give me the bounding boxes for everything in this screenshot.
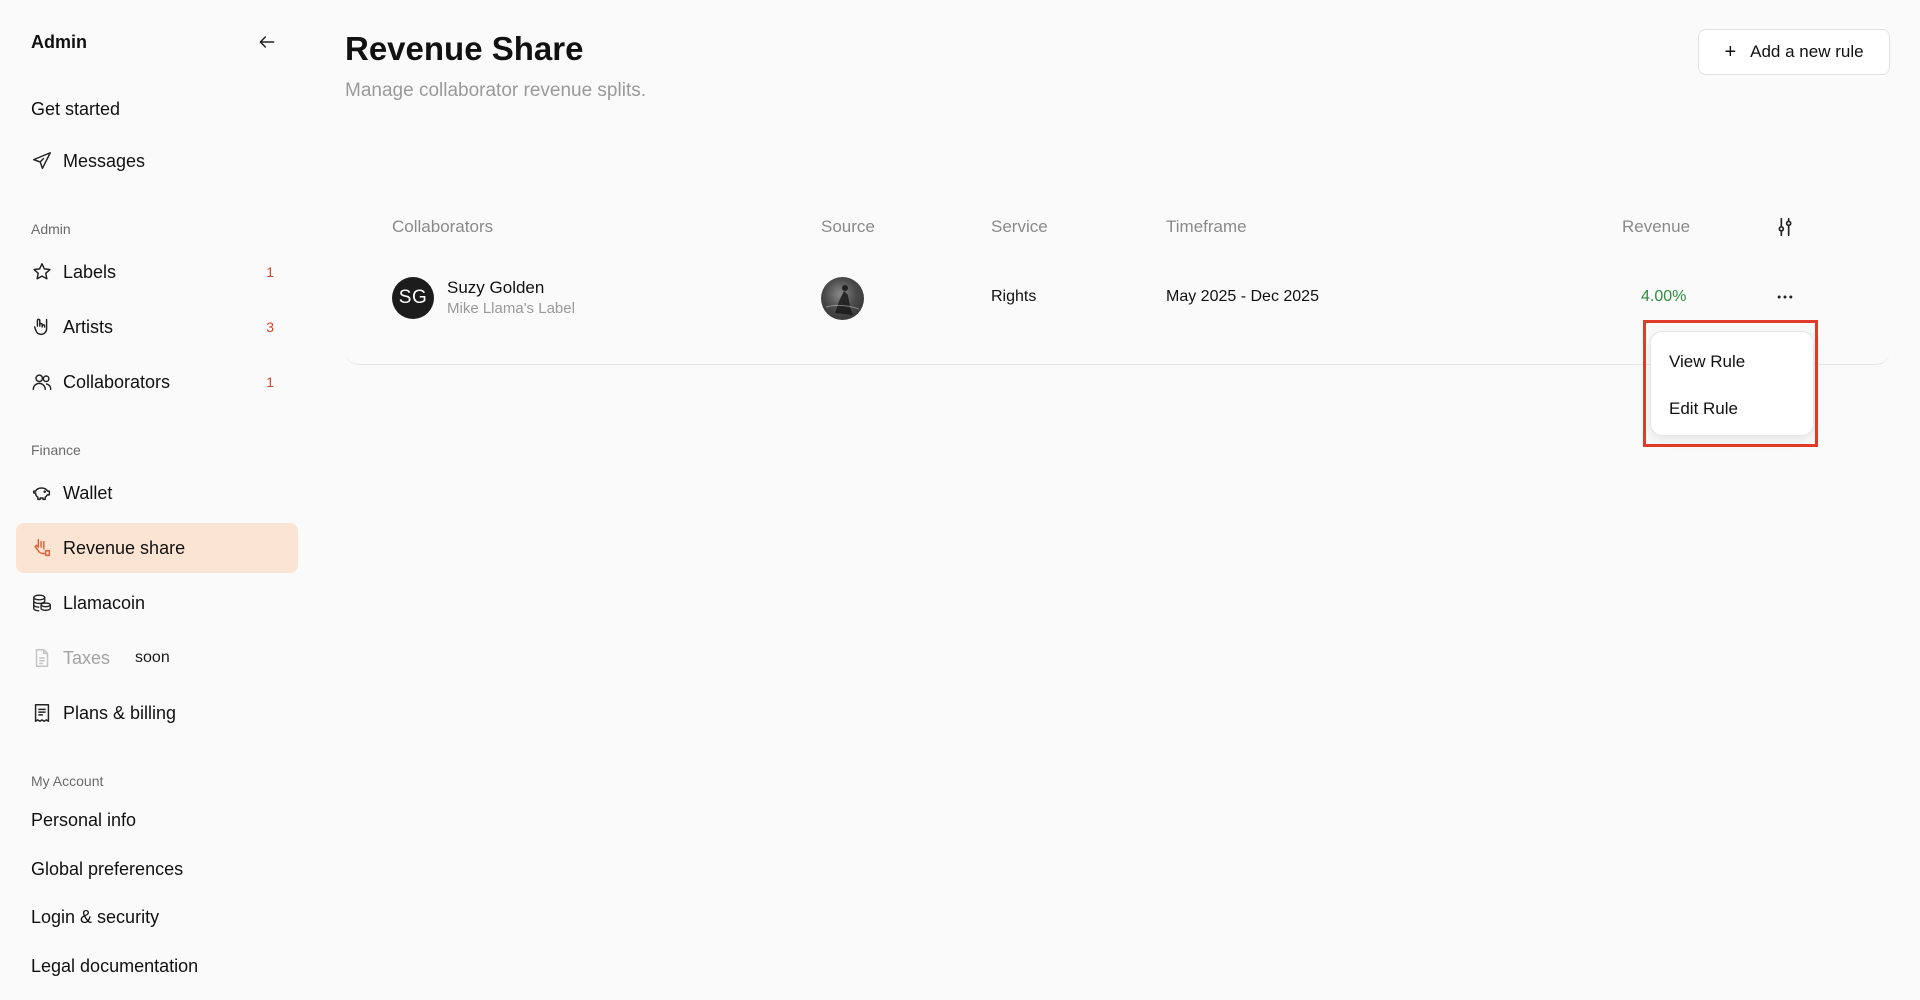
users-icon xyxy=(31,371,53,393)
source-avatar xyxy=(821,277,864,320)
sidebar-item-artists[interactable]: Artists 3 xyxy=(16,302,298,352)
sidebar-item-label: Global preferences xyxy=(31,858,184,879)
add-new-rule-button[interactable]: + Add a new rule xyxy=(1698,29,1890,75)
sidebar-item-wallet[interactable]: Wallet xyxy=(16,468,298,518)
sidebar-item-get-started[interactable]: Get started xyxy=(16,84,298,134)
sidebar: Admin Get started Messages Admin Labels … xyxy=(0,0,312,1000)
sidebar-item-label: Login & security xyxy=(31,906,160,927)
sidebar-item-messages[interactable]: Messages xyxy=(16,136,298,186)
sidebar-header: Admin xyxy=(31,28,281,56)
sidebar-title: Admin xyxy=(31,31,87,52)
sidebar-section-admin: Admin xyxy=(31,221,71,237)
sidebar-item-llamacoin[interactable]: Llamacoin xyxy=(16,578,298,628)
collapse-sidebar-button[interactable] xyxy=(253,28,281,56)
column-header-revenue[interactable]: Revenue xyxy=(1622,217,1690,237)
sidebar-item-login-security[interactable]: Login & security xyxy=(16,892,298,942)
timeframe-cell: May 2025 - Dec 2025 xyxy=(1166,288,1319,305)
column-header-timeframe[interactable]: Timeframe xyxy=(1166,217,1247,237)
sidebar-item-label: Llamacoin xyxy=(63,592,146,613)
sidebar-item-label: Artists xyxy=(63,316,114,337)
sidebar-item-label: Personal info xyxy=(31,809,137,830)
coins-icon xyxy=(31,592,53,614)
sidebar-item-personal-info[interactable]: Personal info xyxy=(16,795,298,845)
sidebar-item-global-preferences[interactable]: Global preferences xyxy=(16,844,298,894)
column-header-collaborators[interactable]: Collaborators xyxy=(392,217,493,237)
piggy-bank-icon xyxy=(31,482,53,504)
paper-plane-icon xyxy=(31,150,53,172)
sidebar-section-finance: Finance xyxy=(31,442,81,458)
count-badge: 3 xyxy=(266,319,274,335)
sidebar-item-label: Legal documentation xyxy=(31,955,199,976)
collaborator-label: Mike Llama's Label xyxy=(447,300,575,317)
receipt-icon xyxy=(31,702,53,724)
menu-item-edit-rule[interactable]: Edit Rule xyxy=(1669,399,1738,419)
sidebar-item-taxes: Taxes soon xyxy=(16,633,298,683)
more-horizontal-icon xyxy=(1777,295,1793,299)
service-cell: Rights xyxy=(991,288,1037,305)
sidebar-item-label: Get started xyxy=(31,98,121,119)
star-icon xyxy=(31,261,53,283)
sidebar-item-collaborators[interactable]: Collaborators 1 xyxy=(16,357,298,407)
soon-tag: soon xyxy=(135,649,170,666)
row-actions-menu: View Rule Edit Rule xyxy=(1650,331,1814,436)
sidebar-item-label: Labels xyxy=(63,261,117,282)
count-badge: 1 xyxy=(266,374,274,390)
hand-coin-icon xyxy=(31,537,53,559)
column-settings-button[interactable] xyxy=(1774,216,1796,238)
revenue-cell: 4.00% xyxy=(1641,288,1687,305)
count-badge: 1 xyxy=(266,264,274,280)
sidebar-item-plans-billing[interactable]: Plans & billing xyxy=(16,688,298,738)
page-title: Revenue Share xyxy=(345,30,584,67)
rock-hand-icon xyxy=(31,316,53,338)
sidebar-item-label: Revenue share xyxy=(63,537,186,558)
page-subtitle: Manage collaborator revenue splits. xyxy=(345,80,647,101)
sidebar-item-label: Wallet xyxy=(63,482,113,503)
sidebar-item-legal-documentation[interactable]: Legal documentation xyxy=(16,941,298,991)
row-actions-button[interactable] xyxy=(1774,286,1796,308)
column-header-source[interactable]: Source xyxy=(821,217,875,237)
sidebar-item-label: Taxes xyxy=(63,647,111,668)
sidebar-item-label: Messages xyxy=(63,150,146,171)
menu-item-view-rule[interactable]: View Rule xyxy=(1669,352,1745,372)
sidebar-section-my-account: My Account xyxy=(31,773,104,789)
document-icon xyxy=(31,647,53,669)
sidebar-item-revenue-share[interactable]: Revenue share xyxy=(16,523,298,573)
sidebar-item-label: Collaborators xyxy=(63,371,171,392)
sidebar-item-label: Plans & billing xyxy=(63,702,177,723)
sliders-icon xyxy=(1778,217,1792,237)
column-header-service[interactable]: Service xyxy=(991,217,1048,237)
source-image-icon xyxy=(825,285,860,315)
arrow-left-icon xyxy=(259,36,275,48)
collaborator-name: Suzy Golden xyxy=(447,278,545,297)
plus-icon: + xyxy=(1724,40,1737,63)
add-new-rule-label: Add a new rule xyxy=(1750,42,1864,61)
sidebar-item-labels[interactable]: Labels 1 xyxy=(16,247,298,297)
avatar: SG xyxy=(392,277,434,319)
